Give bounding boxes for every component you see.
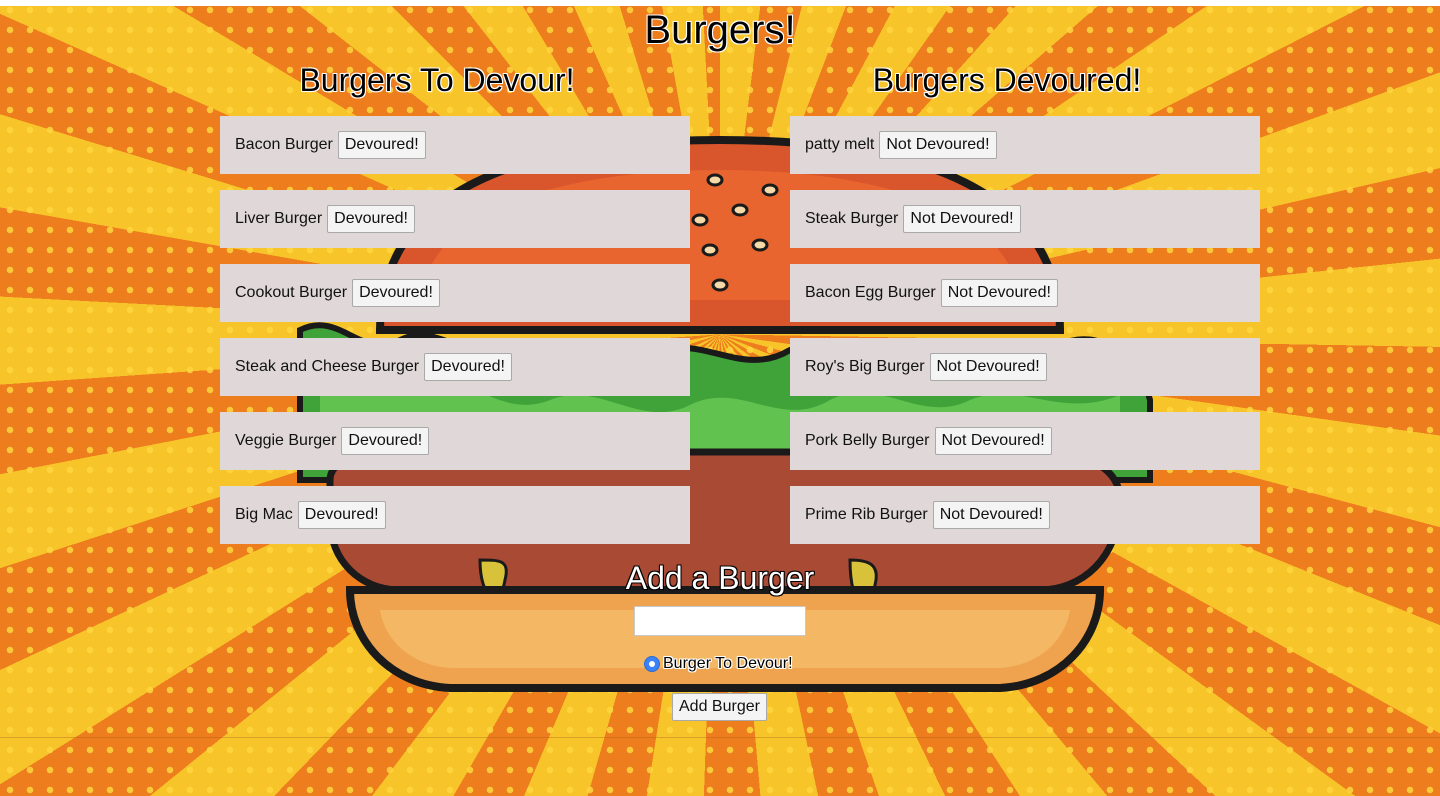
not-devoured-button[interactable]: Not Devoured! xyxy=(940,279,1058,307)
to-devour-list: Bacon Burger Devoured! Liver Burger Devo… xyxy=(220,116,690,560)
burger-name: Bacon Egg Burger xyxy=(805,284,936,301)
burger-name-input[interactable] xyxy=(634,606,806,636)
burger-to-devour-radio[interactable] xyxy=(644,656,660,672)
burger-name: Cookout Burger xyxy=(235,284,348,301)
burger-name: Steak Burger xyxy=(805,210,899,227)
list-item: patty melt Not Devoured! xyxy=(790,116,1260,174)
burger-name: Pork Belly Burger xyxy=(805,432,930,449)
list-item: Veggie Burger Devoured! xyxy=(220,412,690,470)
list-item: Liver Burger Devoured! xyxy=(220,190,690,248)
devoured-title: Burgers Devoured! xyxy=(872,62,1142,98)
list-item: Pork Belly Burger Not Devoured! xyxy=(790,412,1260,470)
list-item: Big Mac Devoured! xyxy=(220,486,690,544)
page-title: Burgers! xyxy=(644,8,796,52)
add-burger-button[interactable]: Add Burger xyxy=(672,693,767,721)
burger-name: Bacon Burger xyxy=(235,136,333,153)
not-devoured-button[interactable]: Not Devoured! xyxy=(932,501,1050,529)
devoured-button[interactable]: Devoured! xyxy=(424,353,512,381)
add-burger-title: Add a Burger xyxy=(625,560,815,596)
devoured-button[interactable]: Devoured! xyxy=(297,501,386,529)
list-item: Roy's Big Burger Not Devoured! xyxy=(790,338,1260,396)
list-item: Bacon Egg Burger Not Devoured! xyxy=(790,264,1260,322)
burger-to-devour-radio-label[interactable]: Burger To Devour! xyxy=(663,655,793,673)
list-item: Cookout Burger Devoured! xyxy=(220,264,690,322)
burger-name: Big Mac xyxy=(235,506,293,523)
devour-radio-group: Burger To Devour! xyxy=(644,655,793,673)
devoured-button[interactable]: Devoured! xyxy=(327,205,415,233)
bottom-divider xyxy=(0,737,1440,738)
burger-name: Liver Burger xyxy=(235,210,323,227)
burger-name: Veggie Burger xyxy=(235,432,337,449)
burger-name: Prime Rib Burger xyxy=(805,506,928,523)
not-devoured-button[interactable]: Not Devoured! xyxy=(929,353,1047,381)
list-item: Steak Burger Not Devoured! xyxy=(790,190,1260,248)
devoured-button[interactable]: Devoured! xyxy=(341,427,430,455)
devoured-button[interactable]: Devoured! xyxy=(352,279,440,307)
not-devoured-button[interactable]: Not Devoured! xyxy=(903,205,1021,233)
list-item: Bacon Burger Devoured! xyxy=(220,116,690,174)
not-devoured-button[interactable]: Not Devoured! xyxy=(879,131,997,159)
burger-name: Steak and Cheese Burger xyxy=(235,358,420,375)
burger-name: patty melt xyxy=(805,136,875,153)
devoured-button[interactable]: Devoured! xyxy=(337,131,426,159)
burger-name: Roy's Big Burger xyxy=(805,358,925,375)
devoured-list: patty melt Not Devoured! Steak Burger No… xyxy=(790,116,1260,560)
list-item: Steak and Cheese Burger Devoured! xyxy=(220,338,690,396)
to-devour-title: Burgers To Devour! xyxy=(299,62,575,98)
not-devoured-button[interactable]: Not Devoured! xyxy=(934,427,1052,455)
list-item: Prime Rib Burger Not Devoured! xyxy=(790,486,1260,544)
top-strip xyxy=(0,0,1440,6)
